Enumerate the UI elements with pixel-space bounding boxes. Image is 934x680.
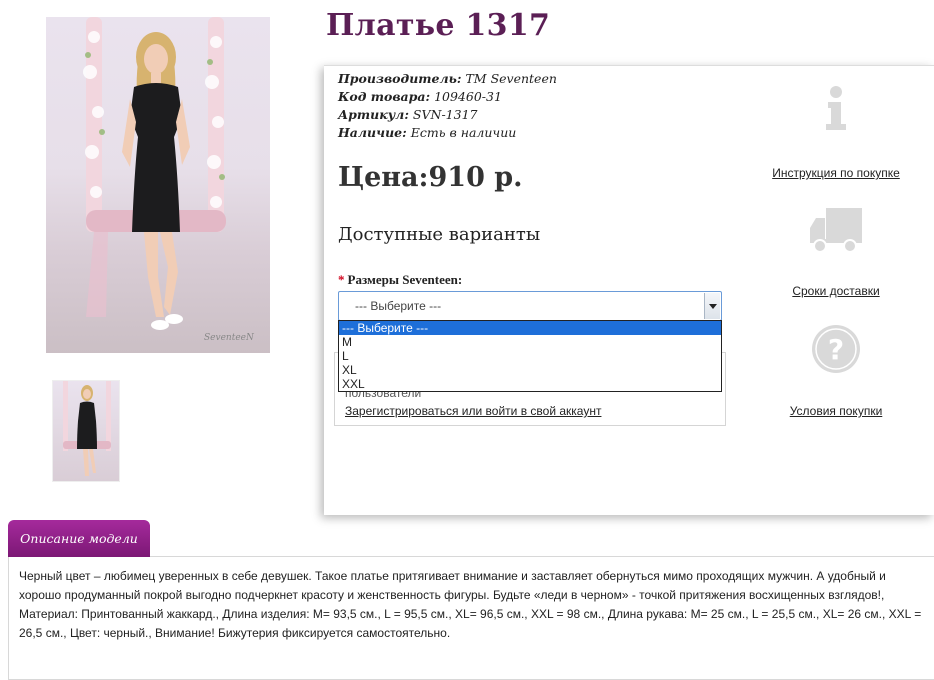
size-select-value: --- Выберите --- — [355, 299, 442, 313]
size-dropdown-list[interactable]: --- Выберите --- M L XL XXL — [338, 320, 722, 392]
photo-watermark: SeventeeN — [204, 333, 255, 343]
svg-text:?: ? — [828, 333, 844, 366]
chevron-down-icon[interactable] — [704, 293, 720, 319]
size-label-text: Размеры Seventeen: — [347, 272, 463, 287]
size-select-label: * Размеры Seventeen: — [338, 272, 462, 288]
code-label: Код товара: — [338, 89, 431, 104]
instruction-link[interactable]: Инструкция по покупке — [756, 166, 916, 180]
tab-description[interactable]: Описание модели — [8, 520, 150, 557]
truck-icon — [810, 208, 862, 253]
size-option-xxl[interactable]: XXL — [339, 377, 721, 391]
size-option-placeholder[interactable]: --- Выберите --- — [339, 321, 721, 335]
terms-link[interactable]: Условия покупки — [756, 404, 916, 418]
dress-thumbnail-illustration — [63, 381, 111, 476]
description-box: Черный цвет – любимец уверенных в себе д… — [8, 556, 934, 680]
product-main-photo[interactable]: SeventeeN — [46, 17, 270, 353]
delivery-link[interactable]: Сроки доставки — [756, 284, 916, 298]
description-text: Черный цвет – любимец уверенных в себе д… — [19, 569, 922, 640]
sku-value: SVN-1317 — [412, 107, 478, 122]
required-mark: * — [338, 272, 345, 287]
code-value: 109460-31 — [434, 89, 502, 104]
variants-heading: Доступные варианты — [338, 224, 541, 245]
size-option-l[interactable]: L — [339, 349, 721, 363]
info-icon — [826, 86, 846, 130]
register-login-link[interactable]: Зарегистрироваться или войти в свой акка… — [345, 404, 601, 418]
product-thumbnail[interactable] — [52, 380, 120, 482]
product-price: Цена:910 р. — [338, 162, 523, 193]
terms-block: ? Условия покупки — [756, 324, 916, 418]
size-option-xl[interactable]: XL — [339, 363, 721, 377]
dress-model-illustration: SeventeeN — [83, 17, 255, 343]
manufacturer-label: Производитель: — [338, 71, 462, 86]
manufacturer-link[interactable]: TM Seventeen — [465, 71, 556, 86]
product-title: Платье 1317 — [326, 8, 551, 43]
product-meta: Производитель: TM Seventeen Код товара: … — [338, 70, 557, 142]
stock-value: Есть в наличии — [410, 125, 517, 140]
instruction-block: Инструкция по покупке — [756, 84, 916, 180]
product-info-panel: Производитель: TM Seventeen Код товара: … — [324, 65, 934, 515]
size-option-m[interactable]: M — [339, 335, 721, 349]
sku-label: Артикул: — [338, 107, 409, 122]
size-select[interactable]: --- Выберите --- — [338, 291, 722, 321]
question-icon: ? — [812, 325, 860, 373]
delivery-block: Сроки доставки — [756, 206, 916, 298]
stock-label: Наличие: — [338, 125, 407, 140]
